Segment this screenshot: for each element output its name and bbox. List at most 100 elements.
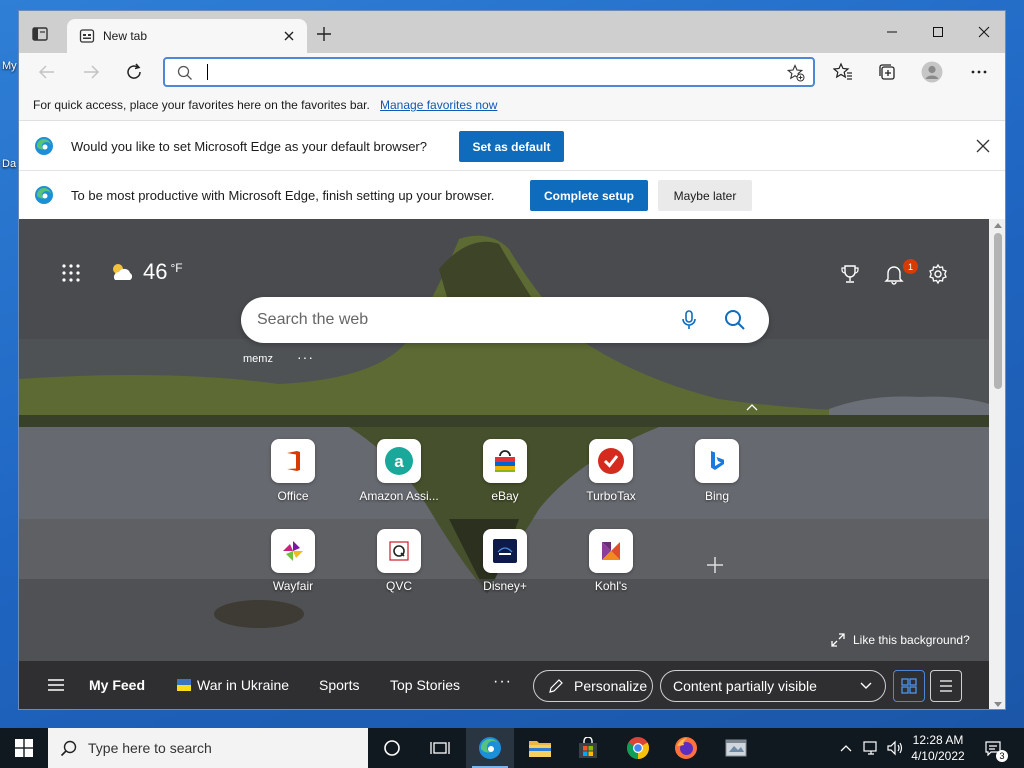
more-menu-icon[interactable] (968, 61, 990, 83)
clock-date: 4/10/2022 (911, 749, 965, 763)
complete-setup-button[interactable]: Complete setup (530, 180, 648, 211)
quick-link-ebay[interactable]: eBay (459, 439, 551, 519)
quick-link-kohls[interactable]: Kohl's (565, 529, 657, 609)
address-input[interactable] (209, 62, 769, 82)
network-icon[interactable] (860, 728, 882, 768)
address-bar[interactable] (163, 57, 815, 87)
settings-gear-icon[interactable] (927, 263, 949, 285)
text-caret (207, 64, 208, 80)
tile-label: Office (277, 489, 309, 503)
personalize-button[interactable]: Personalize (533, 670, 653, 702)
amazon-icon: a (377, 439, 421, 483)
bing-icon (695, 439, 739, 483)
quick-link-bing[interactable]: Bing (671, 439, 763, 519)
quick-link-amazon[interactable]: a Amazon Assi... (353, 439, 445, 519)
quick-link-wayfair[interactable]: Wayfair (247, 529, 339, 609)
notification-badge: 1 (903, 259, 918, 274)
my-feed-tab[interactable]: My Feed (89, 677, 145, 693)
grid-icon (901, 678, 917, 694)
cortana-icon[interactable] (368, 728, 416, 768)
show-hidden-icons-chevron-icon[interactable] (836, 728, 856, 768)
tile-label: Kohl's (594, 579, 628, 593)
content-visibility-dropdown[interactable]: Content partially visible (660, 670, 886, 702)
quick-link-disney[interactable]: Disney+ (459, 529, 551, 609)
taskbar-clock[interactable]: 12:28 AM 4/10/2022 (906, 732, 970, 764)
collections-icon[interactable] (876, 61, 898, 83)
chrome-icon[interactable] (614, 728, 662, 768)
new-tab-icon (79, 28, 95, 44)
chevron-up-icon[interactable] (745, 401, 759, 411)
search-icon (60, 739, 78, 757)
favorites-icon[interactable] (832, 61, 854, 83)
add-favorite-icon[interactable] (786, 64, 805, 82)
close-window-button[interactable] (961, 17, 1005, 47)
profile-avatar-icon[interactable] (921, 61, 943, 83)
file-explorer-icon[interactable] (516, 728, 564, 768)
notifications-bell-icon[interactable] (883, 263, 905, 285)
edge-taskbar-icon[interactable] (466, 728, 514, 768)
maximize-button[interactable] (915, 17, 961, 47)
app-window-icon[interactable] (712, 728, 760, 768)
pencil-icon (549, 679, 563, 693)
scroll-down-arrow-icon[interactable] (994, 702, 1002, 708)
tab-actions-icon[interactable] (31, 25, 49, 43)
task-view-icon[interactable] (416, 728, 464, 768)
infobar-message: To be most productive with Microsoft Edg… (71, 188, 495, 203)
desktop-icon-label[interactable]: My (2, 60, 17, 72)
volume-icon[interactable] (884, 728, 906, 768)
app-launcher-icon[interactable] (61, 263, 81, 283)
page-scrollbar[interactable] (989, 219, 1005, 709)
close-infobar-icon[interactable] (975, 138, 991, 154)
weather-widget[interactable]: 46 °F (109, 259, 183, 285)
back-arrow-icon[interactable] (36, 61, 58, 83)
tile-label: TurboTax (586, 489, 636, 503)
weather-unit: °F (170, 261, 183, 275)
tile-label: eBay (491, 489, 519, 503)
scroll-up-arrow-icon[interactable] (994, 222, 1002, 228)
quick-link-qvc[interactable]: QVC (353, 529, 445, 609)
microphone-icon[interactable] (679, 309, 699, 331)
sports-tab[interactable]: Sports (319, 677, 359, 693)
add-quick-link-button[interactable] (703, 553, 727, 577)
microsoft-store-icon[interactable] (564, 728, 612, 768)
desktop-icon-label[interactable]: Da (2, 158, 16, 170)
svg-text:a: a (394, 452, 404, 471)
ukraine-flag-icon (177, 678, 191, 691)
forward-arrow-icon[interactable] (80, 61, 102, 83)
refresh-icon[interactable] (123, 61, 145, 83)
search-submit-icon[interactable] (723, 308, 747, 332)
web-search-box[interactable] (241, 297, 769, 343)
partly-cloudy-icon (113, 264, 133, 280)
top-stories-tab[interactable]: Top Stories (390, 677, 460, 693)
tab-new-tab[interactable]: New tab (67, 19, 307, 53)
maybe-later-button[interactable]: Maybe later (658, 180, 752, 211)
hamburger-menu-icon[interactable] (47, 678, 65, 692)
new-tab-button[interactable] (315, 25, 333, 43)
like-background-button[interactable]: Like this background? (831, 633, 970, 647)
tab-strip: New tab (19, 11, 1005, 53)
grid-layout-button[interactable] (893, 670, 925, 702)
edge-logo-icon (34, 185, 54, 205)
content-visibility-value: Content partially visible (673, 678, 817, 694)
quick-link-turbotax[interactable]: TurboTax (565, 439, 657, 519)
quick-link-office[interactable]: Office (247, 439, 339, 519)
feed-navigation-bar: My Feed War in Ukraine Sports Top Storie… (19, 661, 989, 709)
war-in-ukraine-tab[interactable]: War in Ukraine (177, 677, 289, 693)
close-tab-icon[interactable] (281, 28, 297, 44)
set-as-default-button[interactable]: Set as default (459, 131, 564, 162)
action-center-icon[interactable] (980, 728, 1006, 768)
weather-temperature: 46 (143, 259, 168, 284)
taskbar-search-box[interactable]: Type here to search (48, 728, 368, 768)
scrollbar-thumb[interactable] (994, 233, 1002, 389)
feed-more-button[interactable]: ··· (493, 673, 512, 691)
web-search-input[interactable] (257, 309, 657, 331)
start-button[interactable] (0, 728, 48, 768)
minimize-button[interactable] (869, 17, 915, 47)
list-layout-button[interactable] (930, 670, 962, 702)
quick-links-more-button[interactable]: ··· (297, 349, 314, 365)
tile-label: Bing (704, 489, 730, 503)
toolbar (19, 53, 1005, 91)
firefox-icon[interactable] (662, 728, 710, 768)
manage-favorites-link[interactable]: Manage favorites now (380, 98, 497, 112)
rewards-trophy-icon[interactable] (839, 263, 861, 285)
